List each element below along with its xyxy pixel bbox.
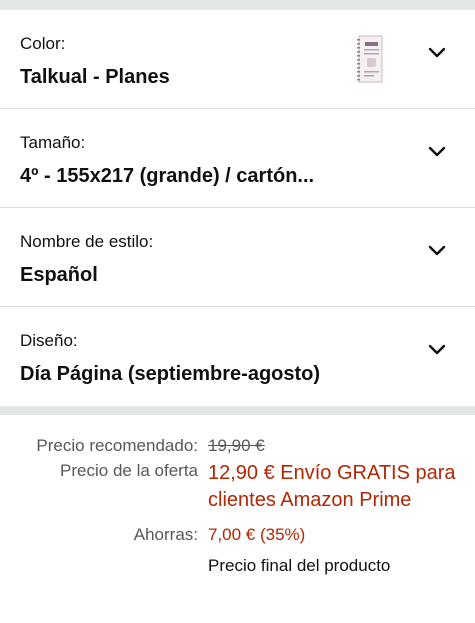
deal-price-row: Precio de la oferta 12,90 € Envío GRATIS… xyxy=(0,460,475,514)
chevron-down-icon xyxy=(428,146,446,157)
chevron-down-icon xyxy=(428,344,446,355)
list-price-label: Precio recomendado: xyxy=(36,436,198,455)
option-size-selector[interactable]: Tamaño: 4º - 155x217 (grande) / cartón..… xyxy=(0,109,475,208)
deal-price-label: Precio de la oferta xyxy=(60,461,198,480)
deal-price-value: 12,90 € Envío GRATIS para clientes Amazo… xyxy=(208,462,456,511)
final-price-note-row: Precio final del producto xyxy=(0,555,475,577)
option-design-selector[interactable]: Diseño: Día Página (septiembre-agosto) xyxy=(0,307,475,406)
option-style-selector[interactable]: Nombre de estilo: Español xyxy=(0,208,475,307)
option-color-selector[interactable]: Color: Talkual - Planes xyxy=(0,10,475,109)
option-design-label: Diseño: xyxy=(20,331,78,350)
top-separator-band xyxy=(0,0,475,10)
chevron-down-icon xyxy=(428,47,446,58)
option-size-value: 4º - 155x217 (grande) / cartón... xyxy=(20,165,315,187)
option-size-label: Tamaño: xyxy=(20,133,86,152)
list-price-value: 19,90 € xyxy=(208,436,265,455)
section-separator-band xyxy=(0,406,475,415)
savings-value: 7,00 € (35%) xyxy=(208,525,306,544)
variation-selector-list: Color: Talkual - Planes Tamaño: 4º - 155… xyxy=(0,10,475,406)
product-swatch-thumbnail xyxy=(357,35,383,83)
list-price-row: Precio recomendado: 19,90 € xyxy=(0,435,475,457)
option-design-value: Día Página (septiembre-agosto) xyxy=(20,363,321,385)
option-style-label: Nombre de estilo: xyxy=(20,232,154,251)
savings-row: Ahorras: 7,00 € (35%) xyxy=(0,524,475,546)
final-price-note: Precio final del producto xyxy=(208,556,391,575)
savings-label: Ahorras: xyxy=(133,525,198,544)
chevron-down-icon xyxy=(428,245,446,256)
price-summary: Precio recomendado: 19,90 € Precio de la… xyxy=(0,415,475,577)
option-style-value: Español xyxy=(20,264,98,286)
